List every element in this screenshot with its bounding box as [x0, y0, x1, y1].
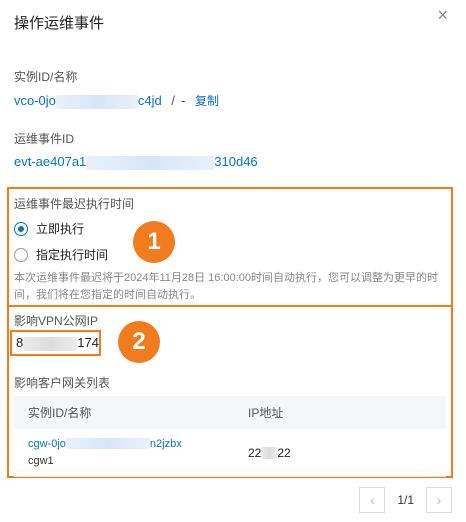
- gateway-ip-cell: 22 22: [234, 446, 291, 460]
- radio-immediate[interactable]: 立即执行: [14, 220, 84, 237]
- copy-button[interactable]: 复制: [195, 94, 219, 108]
- gateway-ip-start: 22: [248, 445, 262, 460]
- redacted-mask: [23, 336, 78, 351]
- schedule-label: 运维事件最迟执行时间: [14, 197, 135, 211]
- schedule-hint: 本次运维事件最迟将于2024年11月28日 16:00:00时间自动执行，您可以…: [14, 272, 438, 301]
- gateway-id-start: cgw-0jo: [28, 437, 66, 450]
- prev-page-icon[interactable]: ‹: [359, 487, 386, 513]
- gateway-id-link[interactable]: cgw-0jo n2jzbx: [28, 436, 234, 453]
- gateways-table: 实例ID/名称 IP地址 cgw-0jo n2jzbx cgw1 22 22: [14, 396, 446, 477]
- next-page-icon[interactable]: ›: [426, 487, 452, 513]
- gateway-id-end: n2jzbx: [149, 437, 182, 450]
- table-header: 实例ID/名称 IP地址: [14, 396, 446, 429]
- redacted-mask: [55, 94, 138, 109]
- event-id-start: evt-ae407a1: [14, 154, 87, 169]
- radio-checked-icon[interactable]: [14, 221, 28, 236]
- gateway-ip-end: 22: [277, 445, 291, 460]
- instance-value: vco-0jo c4jd / - 复制: [14, 92, 219, 109]
- radio-specified-label: 指定执行时间: [36, 248, 109, 262]
- badge-1: 1: [133, 221, 175, 263]
- redacted-mask: [65, 438, 150, 450]
- table-row: cgw-0jo n2jzbx cgw1 22 22: [14, 429, 446, 477]
- vpn-ip-label: 影响VPN公网IP: [14, 314, 99, 328]
- dialog-title: 操作运维事件: [14, 15, 105, 32]
- gateway-name: cgw1: [28, 454, 54, 467]
- gateway-id-cell: cgw-0jo n2jzbx cgw1: [14, 436, 234, 470]
- column-header-id: 实例ID/名称: [28, 406, 92, 420]
- radio-immediate-label: 立即执行: [36, 222, 85, 236]
- event-id-end: 310d46: [214, 154, 258, 169]
- instance-id-end[interactable]: c4jd: [138, 93, 162, 108]
- page-indicator: 1/1: [397, 493, 414, 507]
- close-icon[interactable]: ×: [437, 6, 448, 24]
- pagination: ‹ 1/1 ›: [359, 487, 452, 513]
- instance-id-start[interactable]: vco-0jo: [14, 93, 56, 108]
- redacted-mask: [261, 447, 278, 460]
- vpn-ip-value: 8 174: [16, 335, 99, 351]
- event-label: 运维事件ID: [14, 132, 75, 146]
- badge-2: 2: [118, 321, 160, 363]
- radio-specified-time[interactable]: 指定执行时间: [14, 246, 108, 263]
- column-header-ip: IP地址: [248, 406, 284, 420]
- redacted-mask: [86, 155, 215, 170]
- instance-name: -: [181, 93, 186, 108]
- vpn-ip-start: 8: [16, 335, 24, 350]
- radio-unchecked-icon[interactable]: [14, 247, 28, 262]
- gateways-label: 影响客户网关列表: [14, 376, 111, 390]
- instance-separator: /: [171, 93, 176, 108]
- vpn-ip-end: 174: [77, 335, 99, 350]
- instance-label: 实例ID/名称: [14, 70, 78, 84]
- event-value: evt-ae407a1 310d46: [14, 154, 258, 170]
